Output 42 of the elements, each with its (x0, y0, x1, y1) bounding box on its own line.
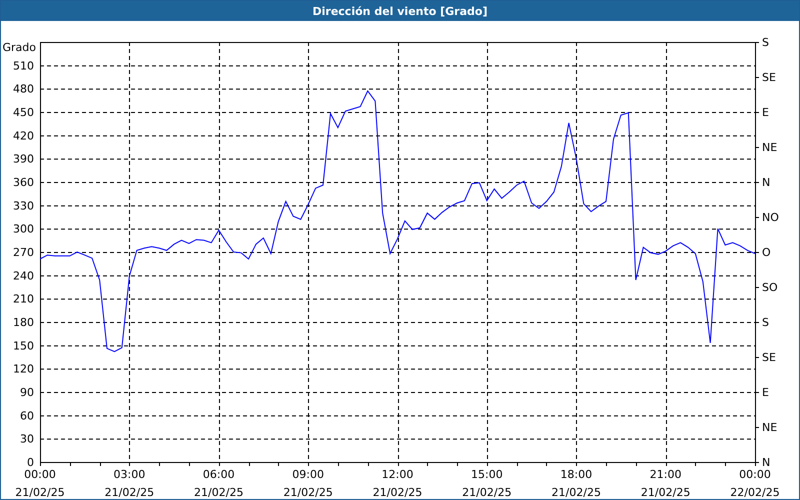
axis-label: 240 (13, 269, 34, 282)
axis-label: 510 (13, 59, 34, 72)
axis-title: Grado (2, 41, 36, 54)
axis-label: 00:00 22/02/25 (730, 468, 780, 499)
axis-label: 15:00 21/02/25 (462, 468, 512, 499)
axis-label: E (762, 386, 769, 399)
axis-label: 18:00 21/02/25 (552, 468, 601, 499)
axis-label: NE (762, 141, 778, 154)
axis-label: 12:00 21/02/25 (372, 468, 422, 499)
axis-label: O (762, 246, 771, 259)
axis-label: 300 (13, 222, 34, 236)
axis-label: 330 (13, 199, 34, 212)
axis-label: 00:00 21/02/25 (15, 468, 65, 499)
axis-label: 180 (13, 316, 34, 329)
axis-label: 390 (13, 152, 34, 166)
axis-label: NO (762, 211, 779, 224)
axis-label: 360 (13, 176, 34, 189)
axis-label: S (762, 316, 769, 329)
window-title: Dirección del viento [Grado] (312, 4, 488, 18)
axis-label: 09:00 21/02/25 (283, 468, 333, 499)
axis-label: 150 (13, 339, 34, 352)
axis-label: 21:00 21/02/25 (640, 468, 690, 499)
axis-label: E (762, 106, 769, 119)
axis-label: SO (762, 281, 778, 294)
axis-label: N (762, 456, 770, 469)
axis-label: NE (762, 421, 778, 434)
axis-label: 30 (20, 432, 34, 446)
axis-label: 60 (20, 409, 34, 422)
axis-label: SE (762, 71, 776, 84)
axis-label: 90 (20, 386, 34, 399)
axis-label: N (762, 176, 770, 189)
axis-label: 03:00 21/02/25 (104, 468, 154, 499)
axis-label: 120 (13, 362, 34, 376)
axis-label: S (762, 36, 769, 49)
axis-label: 06:00 21/02/25 (194, 468, 244, 499)
axis-label: 420 (13, 129, 34, 142)
axis-label: SE (762, 351, 776, 364)
axis-label: 0 (27, 456, 34, 469)
axis-label: 450 (13, 106, 34, 119)
axis-label: 270 (13, 246, 34, 259)
axis-label: 480 (13, 82, 34, 96)
axis-label: 210 (13, 292, 34, 306)
